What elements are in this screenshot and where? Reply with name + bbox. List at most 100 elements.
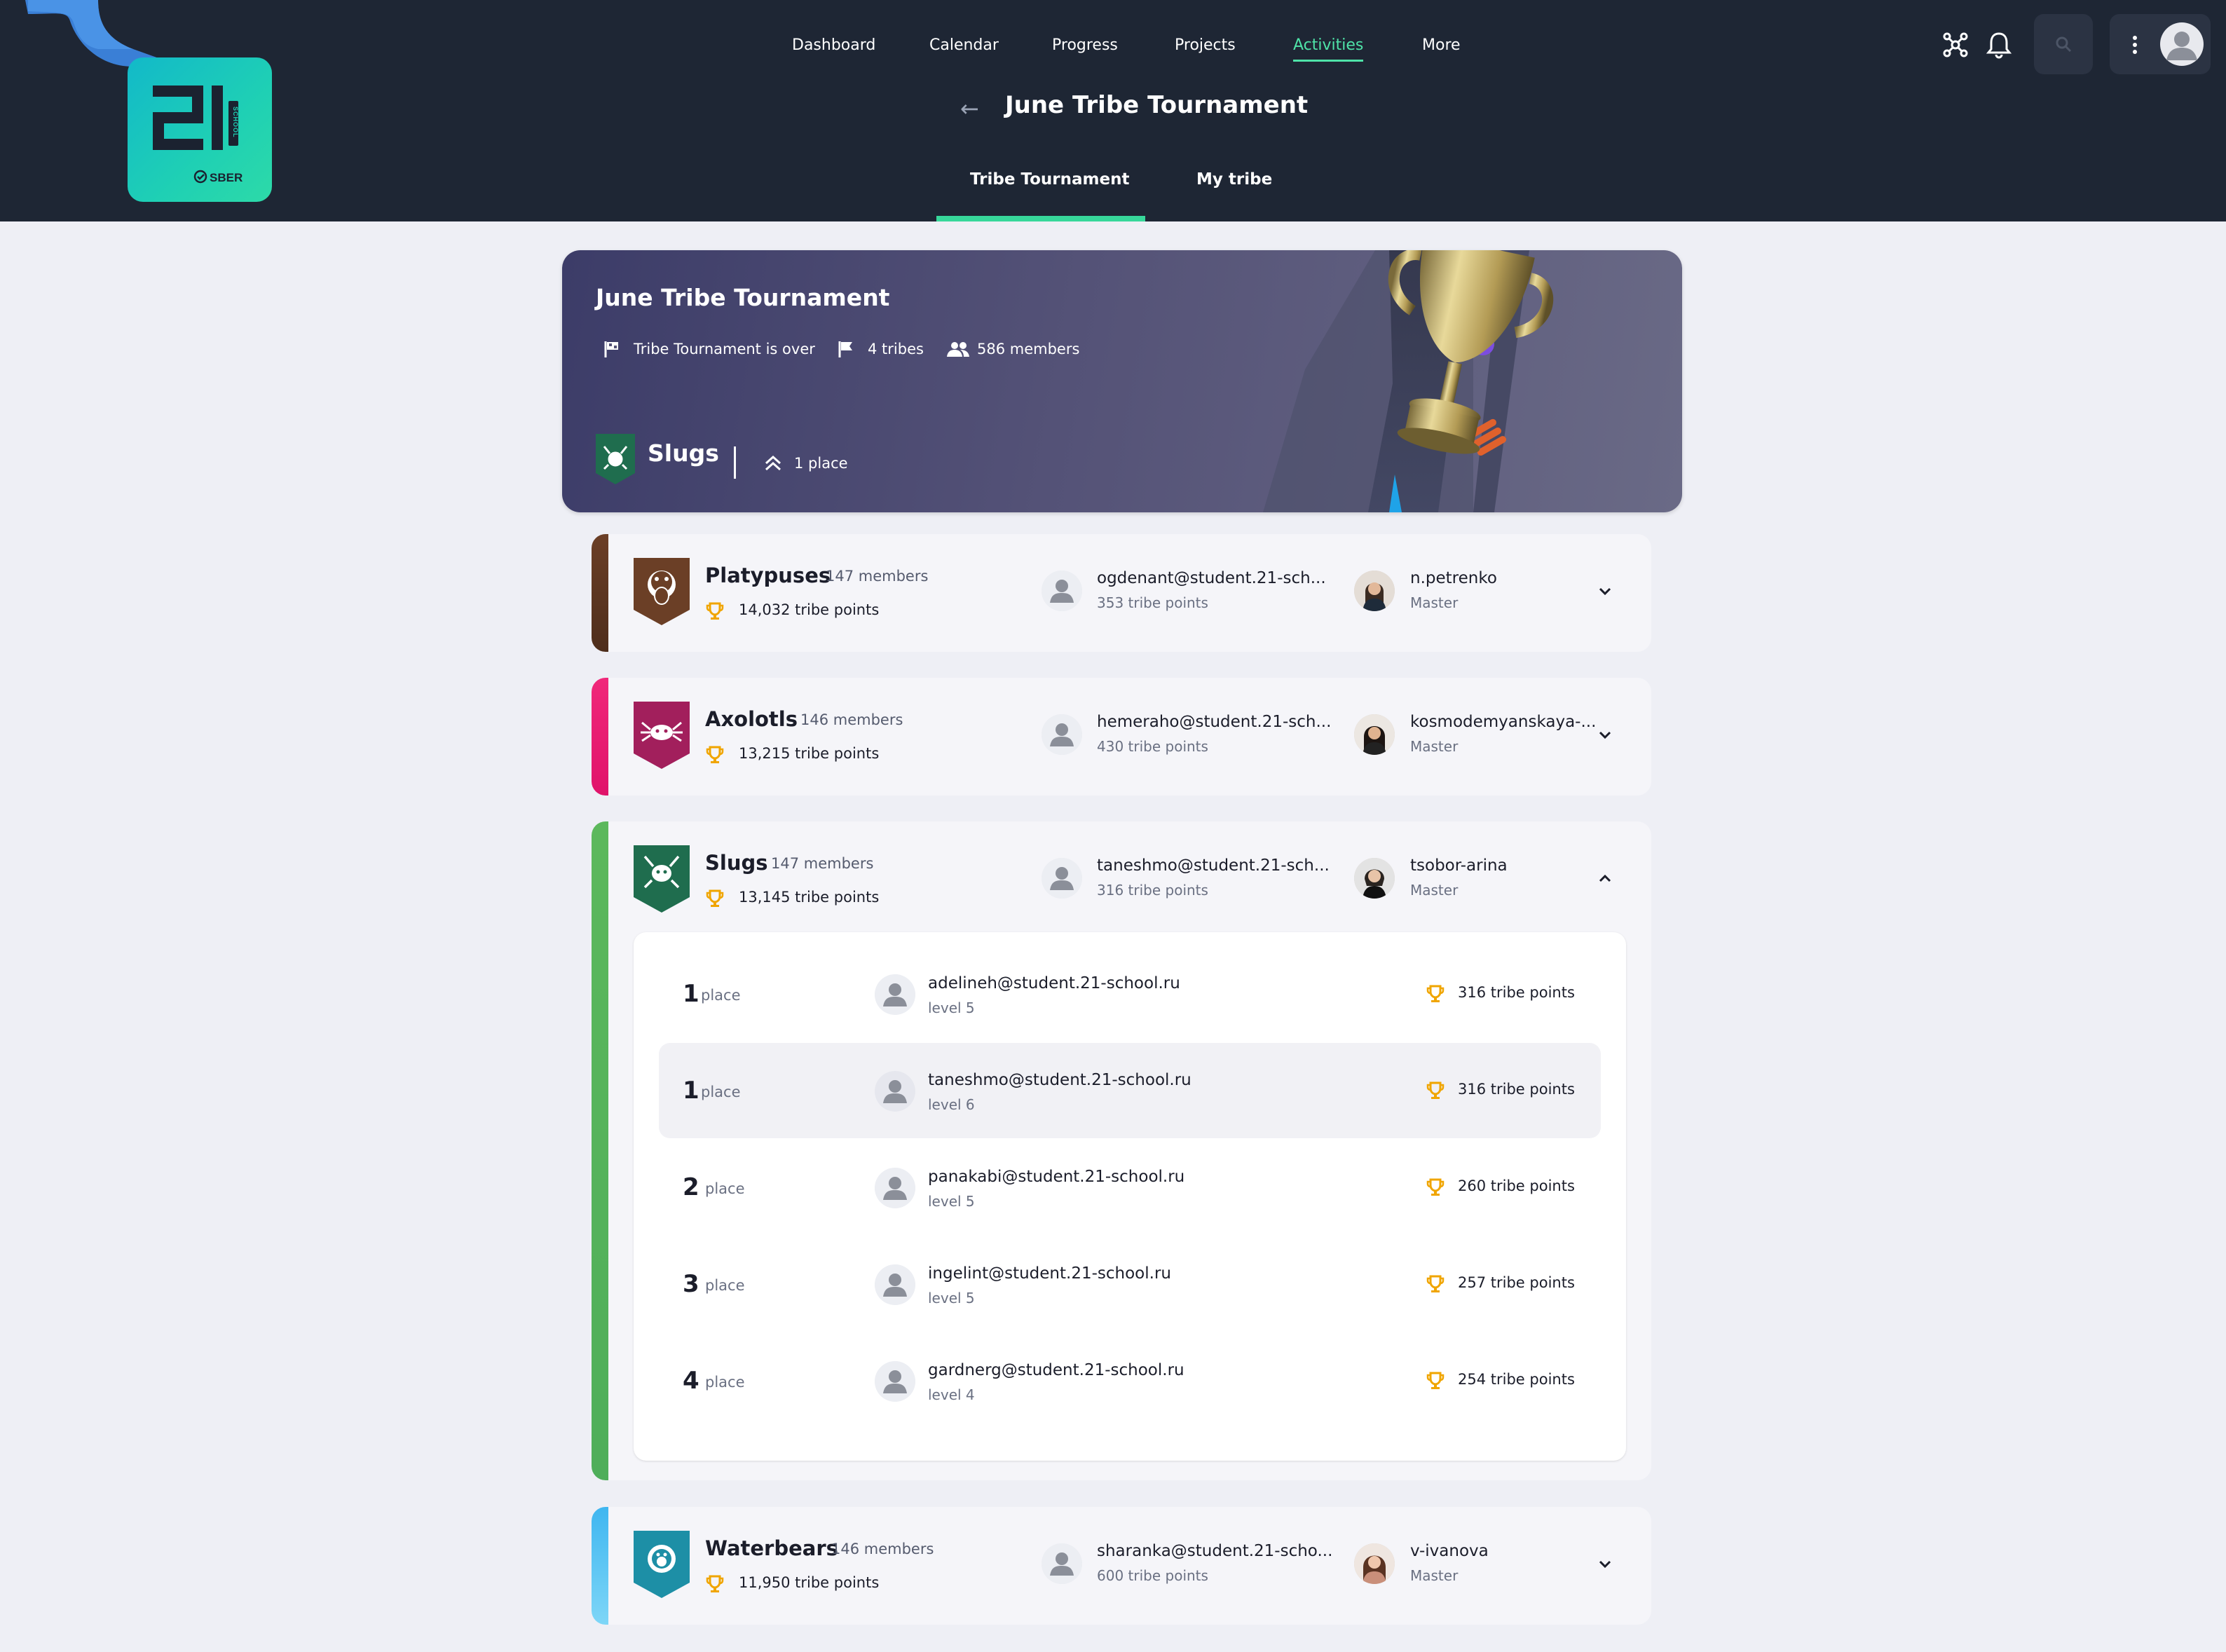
rank-student-login[interactable]: gardnerg@student.21-school.ru [928,1361,1184,1379]
master-login[interactable]: tsobor-arina [1410,856,1508,875]
hero-status-text: Tribe Tournament is over [634,341,815,357]
rank-place-label: place [705,1374,745,1391]
tribe-color-stripe [592,821,608,1480]
more-vertical-icon [2133,36,2137,54]
top-student-login[interactable]: taneshmo@student.21-sch... [1097,856,1330,875]
rank-student-level: level 5 [928,1290,975,1306]
tribe-card-platypuses[interactable]: Platypuses 147 members 14,032 tribe poin… [592,534,1651,652]
nav-dashboard[interactable]: Dashboard [792,28,875,63]
tribe-points-text: 13,145 tribe points [739,889,880,906]
ranking-row[interactable]: 3 place ingelint@student.21-school.ru le… [659,1236,1601,1332]
student-avatar-icon [875,1361,915,1402]
chevron-down-icon[interactable] [1595,725,1615,745]
tribe-members: 146 members [800,711,903,728]
tribe-color-stripe [592,678,608,796]
rank-place-number: 2 [683,1173,699,1201]
top-student-login[interactable]: sharanka@student.21-scho... [1097,1542,1332,1560]
hero-place-text: 1 place [794,455,848,472]
hero-title: June Tribe Tournament [596,284,890,311]
rank-place-number: 4 [683,1367,699,1395]
main-nav: Dashboard Calendar Progress Projects Act… [0,28,2226,63]
tribe-members: 147 members [826,568,929,585]
rank-place-label: place [705,1180,745,1197]
people-icon [947,342,969,357]
top-student-points: 430 tribe points [1097,738,1208,755]
rank-student-level: level 6 [928,1096,975,1113]
ranking-row[interactable]: 1 place adelineh@student.21-school.ru le… [659,946,1601,1042]
student-avatar-icon [875,1071,915,1112]
trophy-icon [1426,1178,1445,1196]
trophy-icon [706,602,724,620]
rank-points-text: 257 tribe points [1458,1274,1575,1291]
hero-members-text: 586 members [977,341,1080,357]
trophy-icon [706,889,724,907]
nav-progress[interactable]: Progress [1052,28,1118,63]
trophy-icon [1426,985,1445,1002]
master-avatar [1354,714,1395,755]
master-avatar [1354,1543,1395,1584]
hero-tribes-text: 4 tribes [868,341,924,357]
rank-points-text: 316 tribe points [1458,1081,1575,1098]
rank-place-label: place [701,987,741,1004]
bell-icon[interactable] [1983,29,2014,60]
nav-calendar[interactable]: Calendar [929,28,999,63]
student-avatar-icon [1042,714,1082,755]
master-role: Master [1410,1567,1459,1584]
master-login[interactable]: kosmodemyanskaya-... [1410,713,1596,731]
logo-school-text: SCHOOL [232,107,239,138]
tribe-card-axolotls[interactable]: Axolotls 146 members 13,215 tribe points… [592,678,1651,796]
tribe-members: 147 members [771,855,874,872]
nav-activities[interactable]: Activities [1293,28,1364,63]
master-role: Master [1410,594,1459,611]
rank-points-text: 254 tribe points [1458,1371,1575,1388]
tribe-color-stripe [592,534,608,652]
double-chevron-up-icon [765,455,781,471]
user-avatar-icon [2160,22,2204,66]
tribe-name: Waterbears [705,1536,838,1560]
tab-tribe-tournament[interactable]: Tribe Tournament [970,158,1129,200]
ranking-row-current-user[interactable]: 1 place taneshmo@student.21-school.ru le… [659,1043,1601,1138]
tribe-points-text: 14,032 tribe points [739,601,880,618]
rank-student-login[interactable]: adelineh@student.21-school.ru [928,974,1180,992]
trophy-icon [1426,1372,1445,1389]
chevron-down-icon[interactable] [1595,582,1615,601]
nav-more[interactable]: More [1422,28,1461,63]
school-21-logo[interactable]: SCHOOL SBER [128,57,272,202]
trophy-icon [706,746,724,763]
back-arrow-icon[interactable]: ← [960,97,987,120]
tribe-card-waterbears[interactable]: Waterbears 146 members 11,950 tribe poin… [592,1507,1651,1625]
top-student-login[interactable]: ogdenant@student.21-sch... [1097,569,1326,587]
tribe-name: Platypuses [705,564,831,587]
master-role: Master [1410,882,1459,899]
tribe-card-slugs[interactable]: Slugs 147 members 13,145 tribe points ta… [592,821,1651,1480]
top-student-points: 600 tribe points [1097,1567,1208,1584]
ranking-row[interactable]: 2 place panakabi@student.21-school.ru le… [659,1140,1601,1235]
network-icon[interactable] [1940,29,1971,60]
ranking-row[interactable]: 4 place gardnerg@student.21-school.ru le… [659,1333,1601,1428]
master-login[interactable]: n.petrenko [1410,569,1497,587]
tribe-points-text: 13,215 tribe points [739,745,880,762]
rank-student-login[interactable]: ingelint@student.21-school.ru [928,1264,1171,1283]
rank-place-number: 1 [683,980,699,1008]
rank-student-level: level 4 [928,1386,975,1403]
chevron-up-icon[interactable] [1595,869,1615,889]
tribe-name: Slugs [705,851,768,875]
rank-student-login[interactable]: panakabi@student.21-school.ru [928,1168,1184,1186]
chevron-down-icon[interactable] [1595,1555,1615,1574]
profile-menu-button[interactable] [2110,14,2211,74]
master-login[interactable]: v-ivanova [1410,1542,1489,1560]
platypus-icon [634,558,690,625]
search-button[interactable] [2034,14,2093,74]
nav-projects[interactable]: Projects [1175,28,1236,63]
rank-place-label: place [705,1277,745,1294]
tribe-points-text: 11,950 tribe points [739,1574,880,1591]
top-student-login[interactable]: hemeraho@student.21-sch... [1097,713,1331,731]
top-header: SCHOOL SBER Dashboard Calendar Progress … [0,0,2226,221]
logo-mark: SCHOOL SBER [153,86,243,184]
rank-student-login[interactable]: taneshmo@student.21-school.ru [928,1071,1191,1089]
active-tab-indicator [936,216,1145,221]
tab-my-tribe[interactable]: My tribe [1196,158,1272,200]
rank-points-text: 260 tribe points [1458,1177,1575,1194]
student-avatar-icon [1042,858,1082,899]
slug-icon [634,845,690,913]
